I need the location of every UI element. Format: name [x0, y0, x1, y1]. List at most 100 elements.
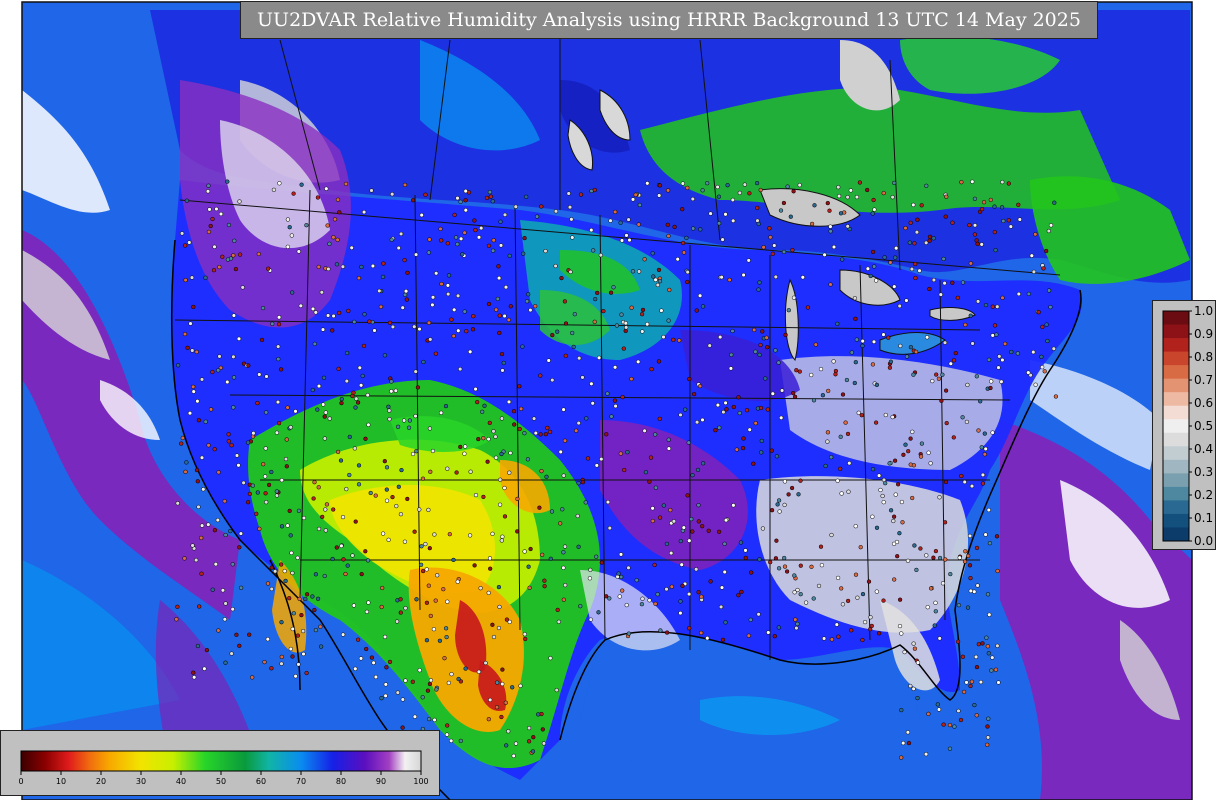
station-marker — [298, 303, 303, 308]
station-marker — [456, 676, 461, 682]
station-marker — [323, 507, 328, 512]
station-marker — [656, 359, 662, 364]
station-marker — [191, 304, 196, 310]
station-marker — [987, 612, 992, 617]
station-marker — [840, 392, 846, 397]
station-marker — [496, 275, 502, 281]
station-marker — [223, 660, 228, 665]
station-marker — [845, 195, 850, 200]
station-marker — [892, 284, 897, 289]
station-marker — [525, 457, 531, 462]
station-marker — [413, 369, 418, 374]
station-marker — [427, 681, 433, 687]
station-marker — [490, 622, 495, 627]
station-marker — [357, 365, 362, 370]
station-marker — [500, 681, 505, 687]
obs-tick-label: 0.7 — [1194, 373, 1213, 387]
station-marker — [911, 686, 916, 691]
station-marker — [182, 331, 188, 337]
station-marker — [247, 491, 253, 497]
station-marker — [228, 528, 233, 534]
station-marker — [718, 334, 723, 340]
station-marker — [940, 372, 945, 377]
station-marker — [312, 480, 317, 485]
station-marker — [419, 212, 424, 218]
station-marker — [970, 341, 975, 346]
station-marker — [968, 261, 973, 266]
station-marker — [420, 695, 425, 700]
station-marker — [636, 269, 642, 274]
station-marker — [312, 607, 317, 613]
station-marker — [678, 538, 683, 544]
station-marker — [689, 516, 694, 522]
station-marker — [343, 181, 349, 187]
station-marker — [195, 643, 201, 649]
station-marker — [860, 591, 866, 597]
station-marker — [378, 304, 384, 309]
station-marker — [377, 288, 382, 294]
station-marker — [744, 408, 750, 413]
station-marker — [633, 192, 638, 197]
station-marker — [334, 262, 340, 267]
station-marker — [890, 195, 895, 200]
station-marker — [657, 279, 663, 284]
station-marker — [347, 472, 352, 478]
station-marker — [533, 430, 538, 436]
station-marker — [836, 193, 842, 199]
station-marker — [776, 566, 782, 571]
station-marker — [225, 257, 231, 262]
station-marker — [964, 419, 970, 425]
station-marker — [647, 598, 652, 603]
station-marker — [642, 428, 647, 433]
station-marker — [427, 426, 433, 431]
station-marker — [1017, 217, 1022, 222]
station-marker — [776, 498, 782, 503]
station-marker — [390, 192, 395, 197]
station-marker — [482, 403, 487, 408]
station-marker — [723, 518, 729, 523]
station-marker — [969, 679, 975, 684]
station-marker — [878, 487, 883, 493]
station-marker — [428, 337, 433, 342]
station-marker — [214, 206, 219, 212]
station-marker — [405, 270, 410, 275]
station-marker — [594, 554, 599, 559]
station-marker — [231, 375, 237, 380]
station-marker — [175, 604, 180, 609]
station-marker — [352, 446, 357, 451]
station-marker — [927, 238, 932, 243]
obs-colorbar-segment — [1163, 486, 1189, 501]
station-marker — [767, 226, 772, 231]
station-marker — [591, 248, 596, 253]
station-marker — [226, 222, 232, 228]
station-marker — [296, 662, 301, 667]
station-marker — [295, 555, 300, 560]
station-marker — [279, 478, 284, 483]
station-marker — [230, 607, 235, 612]
station-marker — [431, 627, 437, 632]
station-marker — [853, 360, 858, 365]
station-marker — [322, 436, 327, 441]
station-marker — [458, 236, 464, 241]
station-marker — [1000, 179, 1005, 185]
station-marker — [213, 562, 218, 567]
station-marker — [681, 525, 686, 530]
station-marker — [387, 408, 392, 413]
station-marker — [446, 680, 451, 686]
station-marker — [986, 651, 991, 656]
station-marker — [389, 389, 394, 394]
station-marker — [279, 654, 284, 660]
station-marker — [339, 400, 344, 406]
station-marker — [417, 507, 422, 512]
station-marker — [720, 637, 726, 642]
station-marker — [869, 623, 874, 629]
station-marker — [614, 323, 620, 328]
station-marker — [587, 576, 593, 581]
station-marker — [497, 502, 503, 507]
station-marker — [533, 304, 538, 309]
map-title: UU2DVAR Relative Humidity Analysis using… — [240, 1, 1098, 39]
station-marker — [636, 359, 641, 364]
station-marker — [335, 449, 341, 455]
station-marker — [364, 609, 370, 614]
station-marker — [430, 302, 435, 308]
